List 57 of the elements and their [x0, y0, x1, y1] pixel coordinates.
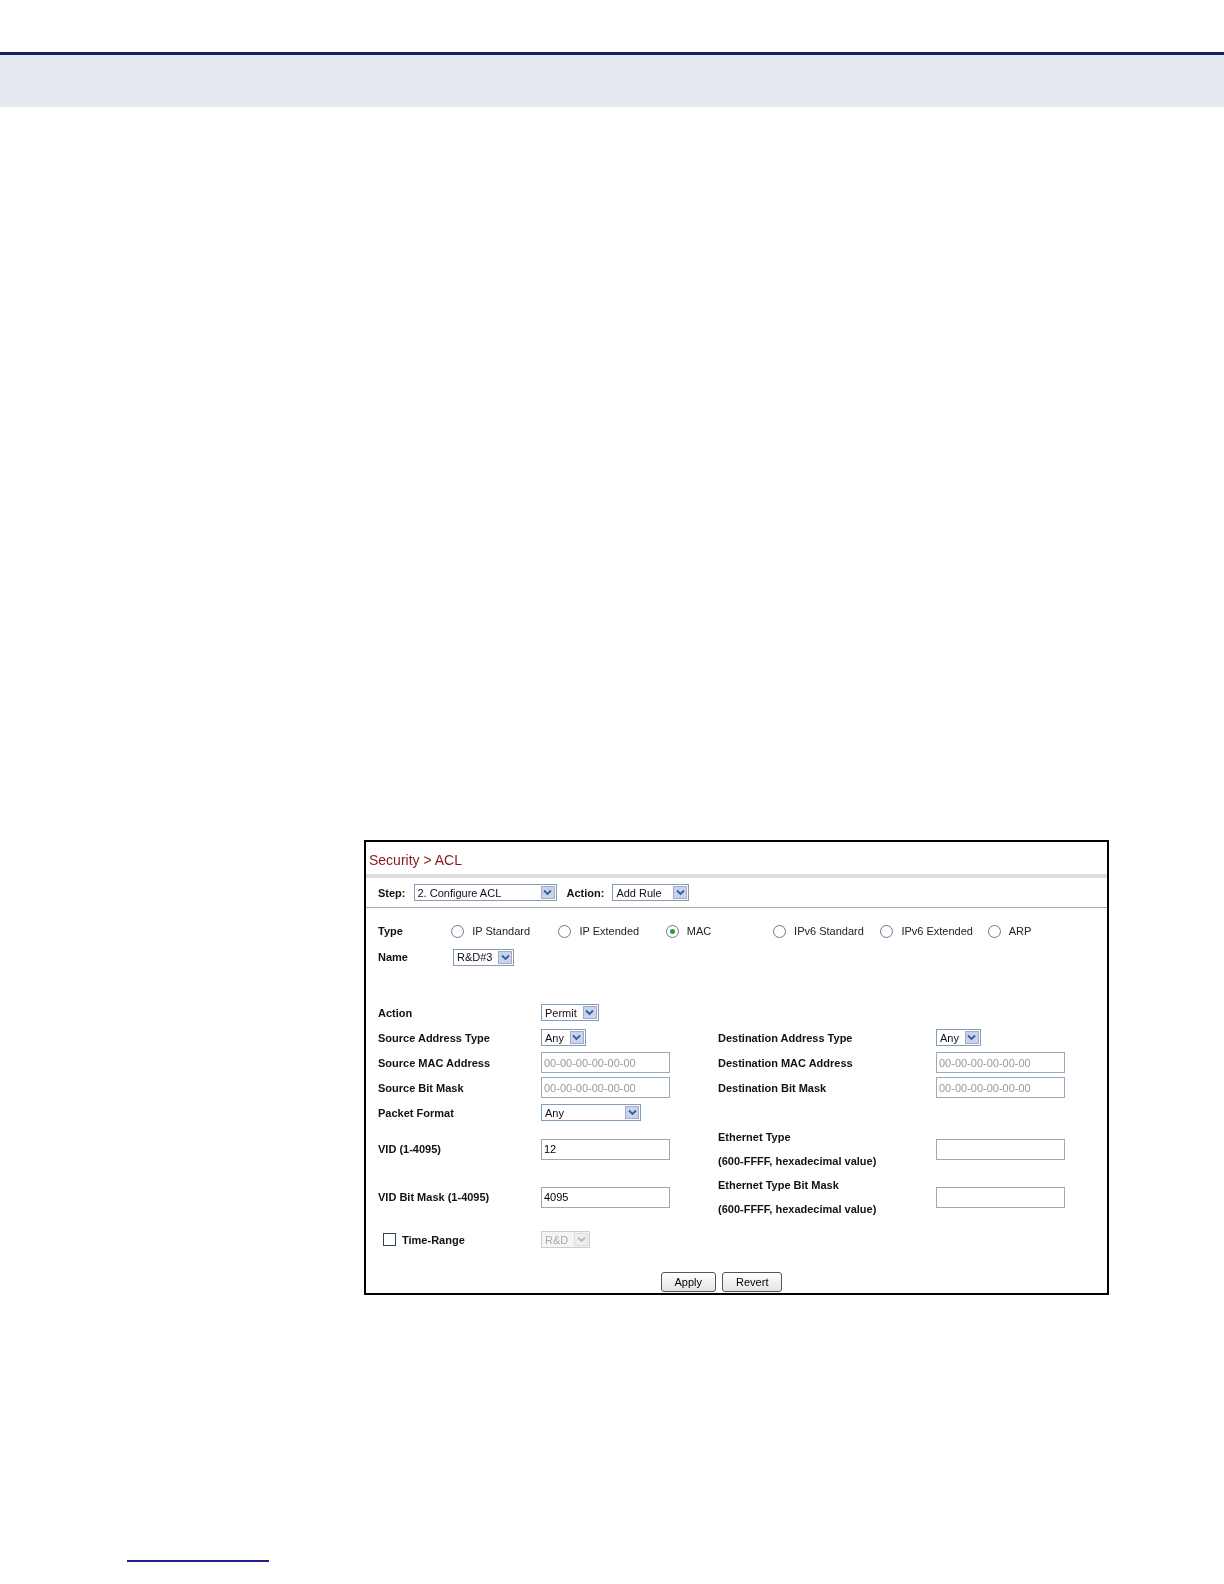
field-label: Name	[378, 951, 409, 963]
page-title: Security > ACL	[366, 842, 1107, 878]
dropdown[interactable]: 2. Configure ACL	[413, 884, 557, 901]
caret-icon	[540, 886, 555, 899]
caret-icon	[498, 950, 513, 964]
input-field[interactable]: 00-00-00-00-00-00	[936, 1077, 1065, 1098]
caret-icon	[574, 1233, 589, 1246]
field-label: VID Bit Mask (1-4095)	[378, 1191, 490, 1203]
field-label: Destination Bit Mask	[718, 1081, 827, 1094]
field-label: Destination MAC Address	[718, 1056, 853, 1069]
field-label: Source Address Type	[378, 1031, 490, 1044]
input-field[interactable]: 12	[541, 1138, 670, 1160]
caret-icon	[673, 886, 688, 899]
radio-button[interactable]	[987, 924, 1001, 938]
radio-button[interactable]	[773, 924, 787, 938]
caret-icon	[569, 1031, 584, 1044]
dropdown[interactable]: Permit	[541, 1004, 599, 1021]
radio-button[interactable]	[880, 924, 894, 938]
caret-icon	[582, 1006, 597, 1019]
radio-button[interactable]	[665, 924, 679, 938]
field-label: Ethernet Type Bit Mask	[718, 1179, 839, 1191]
field-hint: (600-FFFF, hexadecimal value)	[718, 1155, 877, 1167]
radio-label: IP Standard	[472, 925, 531, 937]
dropdown[interactable]: Any	[541, 1104, 641, 1121]
radio-button[interactable]	[558, 924, 572, 938]
dropdown[interactable]: Add Rule	[612, 884, 690, 901]
radio-label: IPv6 Standard	[794, 925, 864, 937]
dropdown[interactable]: R&D#3	[453, 948, 515, 966]
radio-label: ARP	[1008, 925, 1032, 937]
input-field[interactable]: 00-00-00-00-00-00	[541, 1052, 670, 1073]
input-field[interactable]	[936, 1186, 1065, 1208]
radio-button[interactable]	[451, 924, 465, 938]
input-field[interactable]	[936, 1138, 1065, 1160]
input-field[interactable]: 00-00-00-00-00-00	[936, 1052, 1065, 1073]
input-field[interactable]: 00-00-00-00-00-00	[541, 1077, 670, 1098]
field-label: VID (1-4095)	[378, 1143, 441, 1155]
field-label: Action	[378, 1006, 413, 1019]
caret-icon	[625, 1106, 639, 1119]
field-label: Ethernet Type	[718, 1131, 791, 1143]
field-hint: (600-FFFF, hexadecimal value)	[718, 1203, 877, 1215]
field-label: Source Bit Mask	[378, 1081, 464, 1094]
form-button[interactable]: Revert	[722, 1272, 783, 1292]
caret-icon	[964, 1031, 979, 1044]
field-label: Type	[378, 925, 404, 937]
field-label: Time-Range	[402, 1233, 465, 1246]
field-label: Source MAC Address	[378, 1056, 491, 1069]
toolbar-label: Step:	[378, 886, 406, 899]
dropdown[interactable]: Any	[936, 1029, 981, 1046]
field-label: Destination Address Type	[718, 1031, 853, 1044]
toolbar-label: Action:	[566, 886, 605, 899]
radio-label: IPv6 Extended	[901, 925, 973, 937]
field-label: Packet Format	[378, 1106, 454, 1119]
radio-label: IP Extended	[579, 925, 640, 937]
dropdown[interactable]: Any	[541, 1029, 586, 1046]
input-field[interactable]: 4095	[541, 1186, 670, 1208]
radio-label: MAC	[686, 925, 712, 937]
form-button[interactable]: Apply	[660, 1272, 717, 1292]
